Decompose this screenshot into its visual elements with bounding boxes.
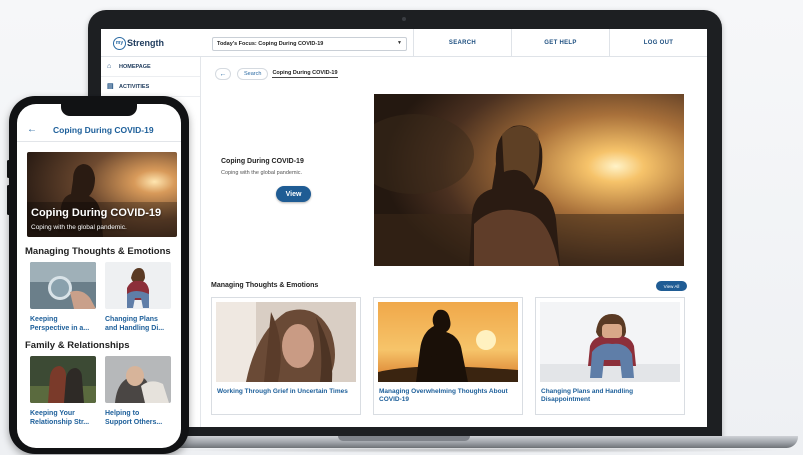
back-arrow-icon[interactable]: ← xyxy=(215,68,231,80)
hero-title: Coping During COVID-19 xyxy=(221,158,304,165)
breadcrumb: ← Search Coping During COVID-19 xyxy=(215,67,338,81)
laptop-hinge-notch xyxy=(338,436,470,441)
hero-subtitle: Coping with the global pandemic. xyxy=(221,170,303,176)
phone-card-label-line2: Relationship Str... xyxy=(30,419,90,426)
view-all-button[interactable]: View All xyxy=(656,281,687,291)
phone-hero[interactable]: Coping During COVID-19 Coping with the g… xyxy=(27,152,177,237)
content-card[interactable]: Changing Plans and Handling Disappointme… xyxy=(535,297,685,415)
content-card[interactable]: Managing Overwhelming Thoughts About COV… xyxy=(373,297,523,415)
phone-header: ← Coping During COVID-19 xyxy=(17,118,181,142)
card-label: Changing Plans and Handling Disappointme… xyxy=(541,388,634,403)
phone-card-image-changing-plans[interactable] xyxy=(105,262,171,309)
phone-card-image-relationship[interactable] xyxy=(30,356,96,403)
nav-search[interactable]: SEARCH xyxy=(413,29,511,57)
phone-card-label-line1: Helping to xyxy=(105,410,140,417)
phone-volume-button xyxy=(7,185,10,215)
section-title: Managing Thoughts & Emotions xyxy=(211,282,319,289)
logo-text: Strength xyxy=(127,38,164,48)
back-arrow-icon[interactable]: ← xyxy=(27,124,37,135)
phone-card-label-line1: Changing Plans xyxy=(105,316,158,323)
card-image-grief xyxy=(216,302,356,382)
phone-side-button xyxy=(7,160,10,178)
phone-card-label[interactable]: Keeping Your Relationship Str... xyxy=(30,409,100,427)
laptop-screen: my Strength Today's Focus: Coping During… xyxy=(101,29,707,427)
card-image-overwhelming xyxy=(378,302,518,382)
phone-card-label-line2: and Handling Di... xyxy=(105,325,165,332)
phone-card-label-line2: Perspective in a... xyxy=(30,325,90,332)
view-button[interactable]: View xyxy=(276,186,311,202)
laptop-camera xyxy=(402,17,406,21)
hero-text: Coping During COVID-19 Coping with the g… xyxy=(221,158,304,176)
phone-notch xyxy=(61,104,137,116)
phone-card-image-support-others[interactable] xyxy=(105,356,171,403)
phone-section-title: Managing Thoughts & Emotions xyxy=(25,246,171,257)
laptop-shadow xyxy=(170,447,790,453)
logo-badge: my xyxy=(113,36,126,50)
card-label: Working Through Grief in Uncertain Times xyxy=(217,388,348,395)
phone-screen: ← Coping During COVID-19 Coping During C… xyxy=(17,104,181,448)
sidebar-item-label: HOMEPAGE xyxy=(119,63,151,70)
home-icon: ⌂ xyxy=(107,62,112,70)
sidebar-item-activities[interactable]: ▤ ACTIVITIES xyxy=(101,77,200,97)
phone-hero-title: Coping During COVID-19 xyxy=(31,207,162,219)
top-navigation-bar: my Strength Today's Focus: Coping During… xyxy=(101,29,707,57)
todays-focus-select[interactable]: Today's Focus: Coping During COVID-19 ▼ xyxy=(212,37,407,51)
activities-icon: ▤ xyxy=(107,82,114,90)
hero-image-woman-sunset xyxy=(374,94,684,266)
phone-card-label-line1: Keeping Your xyxy=(30,410,75,417)
breadcrumb-current: Coping During COVID-19 xyxy=(272,70,338,78)
breadcrumb-search[interactable]: Search xyxy=(237,68,269,80)
sidebar-item-label: ACTIVITIES xyxy=(119,83,150,90)
nav-get-help[interactable]: GET HELP xyxy=(511,29,609,57)
phone-hero-subtitle: Coping with the global pandemic. xyxy=(31,224,127,231)
phone-card-label-line1: Keeping xyxy=(30,316,58,323)
todays-focus-value: Today's Focus: Coping During COVID-19 xyxy=(217,41,324,47)
phone-card-label[interactable]: Keeping Perspective in a... xyxy=(30,315,100,333)
content-card[interactable]: Working Through Grief in Uncertain Times xyxy=(211,297,361,415)
card-image-disappointment xyxy=(540,302,680,382)
sidebar-item-homepage[interactable]: ⌂ HOMEPAGE xyxy=(101,57,200,77)
card-label: Managing Overwhelming Thoughts About COV… xyxy=(379,388,508,403)
phone-card-label[interactable]: Helping to Support Others... xyxy=(105,409,175,427)
phone-card-label-line2: Support Others... xyxy=(105,419,163,426)
device-mockup-stage: my Strength Today's Focus: Coping During… xyxy=(0,0,803,455)
phone-section-title: Family & Relationships xyxy=(25,340,130,351)
nav-log-out[interactable]: LOG OUT xyxy=(609,29,707,57)
phone-card-label[interactable]: Changing Plans and Handling Di... xyxy=(105,315,175,333)
phone-card-image-perspective[interactable] xyxy=(30,262,96,309)
chevron-down-icon: ▼ xyxy=(397,40,402,46)
app-logo[interactable]: my Strength xyxy=(113,36,164,50)
phone-page-title: Coping During COVID-19 xyxy=(53,124,154,135)
